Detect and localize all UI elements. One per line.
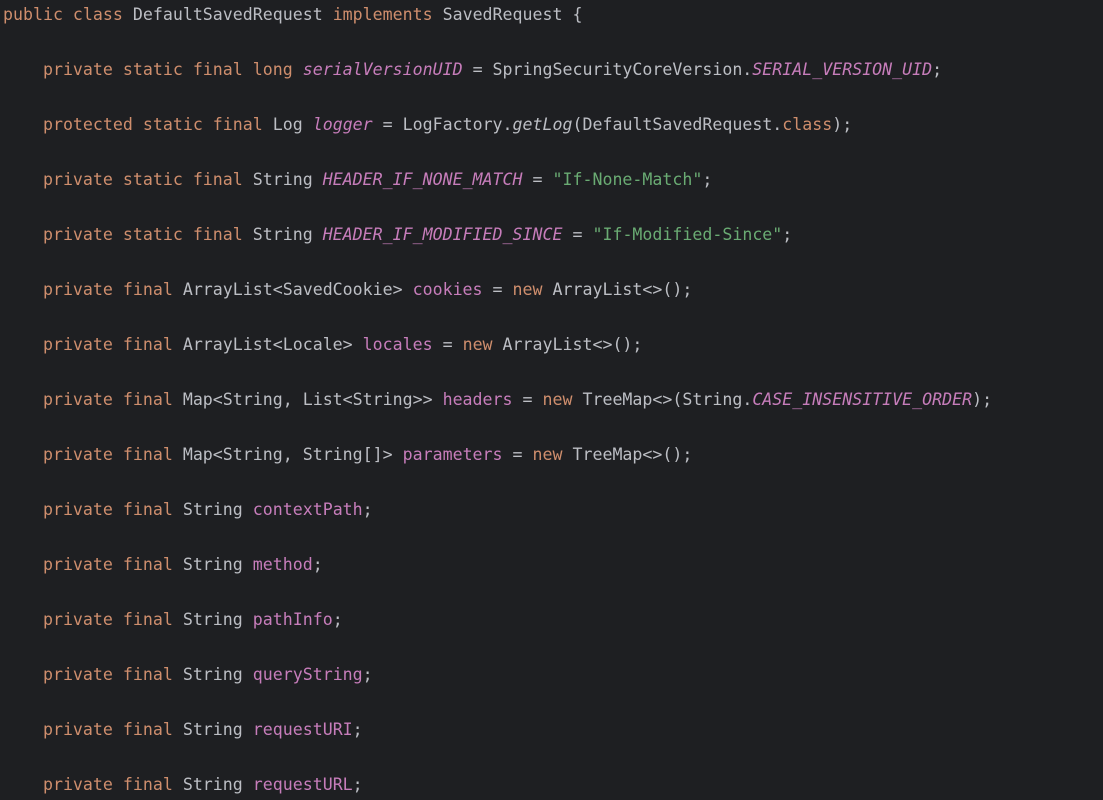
code-token-keyword: private final <box>3 445 183 464</box>
code-token-field: queryString <box>252 665 363 684</box>
code-token-plain: ArrayList<>(); <box>552 280 693 299</box>
code-line-field-header-if-modified-since[interactable]: private static final String HEADER_IF_MO… <box>3 223 792 247</box>
code-line-field-serialVersionUID[interactable]: private static final long serialVersionU… <box>3 58 942 82</box>
code-token-static-field: SERIAL_VERSION_UID <box>752 60 933 79</box>
code-token-plain: Map<String, List<String>> <box>182 390 443 409</box>
code-line-class-declaration[interactable]: public class DefaultSavedRequest impleme… <box>3 3 582 27</box>
code-token-plain: String <box>182 500 253 519</box>
code-token-static-field: HEADER_IF_MODIFIED_SINCE <box>322 225 563 244</box>
code-token-plain: = <box>512 390 543 409</box>
code-line-field-header-if-none-match[interactable]: private static final String HEADER_IF_NO… <box>3 168 712 192</box>
code-line-field-contextPath[interactable]: private final String contextPath; <box>3 498 373 522</box>
code-token-field: headers <box>442 390 513 409</box>
code-editor[interactable]: public class DefaultSavedRequest impleme… <box>0 0 1103 800</box>
code-token-plain: = <box>522 170 553 189</box>
code-token-plain: Log <box>272 115 313 134</box>
code-token-keyword: private final <box>3 390 183 409</box>
code-line-field-logger[interactable]: protected static final Log logger = LogF… <box>3 113 852 137</box>
code-token-keyword: private static final <box>3 170 253 189</box>
code-token-plain: = SpringSecurityCoreVersion. <box>462 60 753 79</box>
code-token-plain: = <box>482 280 513 299</box>
code-token-plain: (DefaultSavedRequest. <box>572 115 783 134</box>
code-token-plain: Map<String, String[]> <box>182 445 403 464</box>
code-token-keyword: new <box>542 390 583 409</box>
code-token-plain: ; <box>362 500 373 519</box>
code-token-keyword: new <box>512 280 553 299</box>
code-token-plain: TreeMap<>(); <box>572 445 693 464</box>
code-token-keyword: new <box>532 445 573 464</box>
code-token-field: requestURL <box>252 775 353 794</box>
code-line-field-headers[interactable]: private final Map<String, List<String>> … <box>3 388 992 412</box>
code-token-static-method: getLog <box>512 115 573 134</box>
code-token-keyword: class <box>782 115 833 134</box>
code-line-field-parameters[interactable]: private final Map<String, String[]> para… <box>3 443 692 467</box>
code-token-static-field: CASE_INSENSITIVE_ORDER <box>752 390 973 409</box>
code-token-plain: String <box>182 775 253 794</box>
code-token-plain: String <box>252 170 323 189</box>
code-token-field: contextPath <box>252 500 363 519</box>
code-token-plain: ; <box>362 665 373 684</box>
code-token-keyword: private final <box>3 500 183 519</box>
code-token-plain: = <box>432 335 463 354</box>
code-token-plain: ); <box>972 390 993 409</box>
code-token-plain: String <box>182 610 253 629</box>
code-token-keyword: implements <box>332 5 443 24</box>
code-token-plain: ; <box>932 60 943 79</box>
code-token-plain: ArrayList<SavedCookie> <box>182 280 413 299</box>
code-token-string: "If-None-Match" <box>552 170 703 189</box>
code-token-plain: TreeMap<>(String. <box>582 390 753 409</box>
code-token-plain: String <box>182 665 253 684</box>
code-token-plain: String <box>182 720 253 739</box>
code-token-keyword: private final <box>3 555 183 574</box>
code-token-plain: ; <box>782 225 793 244</box>
code-token-field: requestURI <box>252 720 353 739</box>
code-token-keyword: private static final <box>3 225 253 244</box>
code-token-field: locales <box>362 335 433 354</box>
code-token-field: pathInfo <box>252 610 333 629</box>
code-token-string: "If-Modified-Since" <box>592 225 783 244</box>
code-token-plain: ; <box>332 610 343 629</box>
code-token-plain: String <box>252 225 323 244</box>
code-token-keyword: private final <box>3 775 183 794</box>
code-token-keyword: protected static final <box>3 115 273 134</box>
code-token-keyword: private final <box>3 280 183 299</box>
code-token-keyword: private final <box>3 665 183 684</box>
code-token-field: method <box>252 555 313 574</box>
code-token-keyword: public class <box>3 5 133 24</box>
code-token-plain: = LogFactory. <box>372 115 513 134</box>
code-line-field-requestURL[interactable]: private final String requestURL; <box>3 773 363 797</box>
code-token-plain: SavedRequest { <box>442 5 583 24</box>
code-token-plain: ; <box>352 775 363 794</box>
code-token-plain: ArrayList<>(); <box>502 335 643 354</box>
code-token-keyword: new <box>462 335 503 354</box>
code-token-plain: DefaultSavedRequest <box>132 5 333 24</box>
code-token-keyword: private final <box>3 335 183 354</box>
code-line-field-method[interactable]: private final String method; <box>3 553 323 577</box>
code-token-field: parameters <box>402 445 503 464</box>
code-token-plain: = <box>562 225 593 244</box>
code-token-keyword: private final <box>3 720 183 739</box>
code-token-plain: ); <box>832 115 853 134</box>
code-token-plain: ArrayList<Locale> <box>182 335 363 354</box>
code-token-static-field: HEADER_IF_NONE_MATCH <box>322 170 523 189</box>
code-token-keyword: private final <box>3 610 183 629</box>
code-token-keyword: private static final long <box>3 60 303 79</box>
code-line-field-requestURI[interactable]: private final String requestURI; <box>3 718 363 742</box>
code-token-static-field: serialVersionUID <box>302 60 463 79</box>
code-token-plain: ; <box>702 170 713 189</box>
code-line-field-locales[interactable]: private final ArrayList<Locale> locales … <box>3 333 642 357</box>
code-token-plain: = <box>502 445 533 464</box>
code-token-static-field: logger <box>312 115 373 134</box>
code-token-plain: ; <box>312 555 323 574</box>
code-token-plain: String <box>182 555 253 574</box>
code-token-plain: ; <box>352 720 363 739</box>
code-line-field-pathInfo[interactable]: private final String pathInfo; <box>3 608 343 632</box>
code-line-field-queryString[interactable]: private final String queryString; <box>3 663 373 687</box>
code-token-field: cookies <box>412 280 483 299</box>
code-line-field-cookies[interactable]: private final ArrayList<SavedCookie> coo… <box>3 278 692 302</box>
